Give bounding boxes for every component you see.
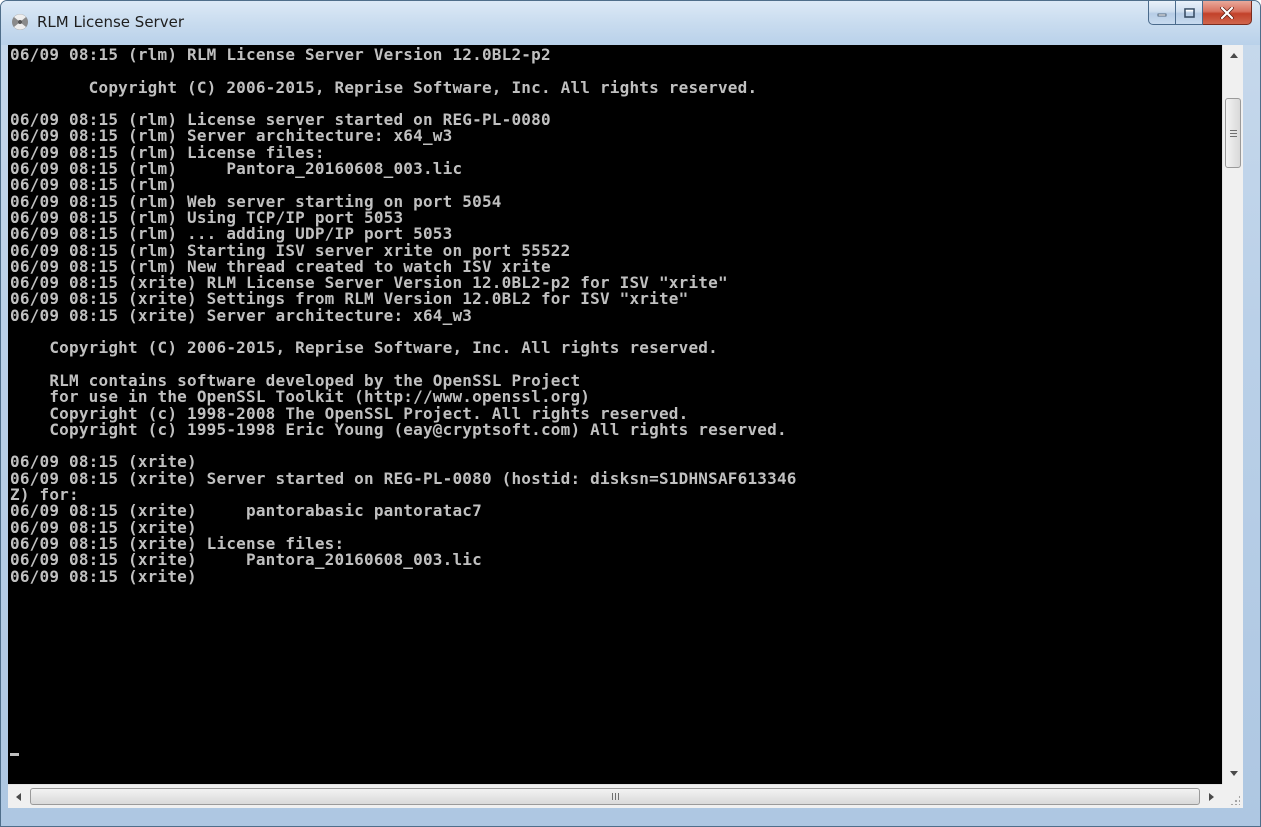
maximize-icon <box>1183 7 1195 18</box>
scroll-right-button[interactable] <box>1201 786 1222 807</box>
scroll-up-arrow-icon <box>1229 53 1238 58</box>
resize-grip-icon[interactable] <box>1230 795 1240 805</box>
close-button[interactable] <box>1203 1 1252 25</box>
text-cursor <box>10 753 19 756</box>
scroll-right-arrow-icon <box>1209 792 1214 801</box>
console-line: Copyright (c) 1995-1998 Eric Young (eay@… <box>10 419 787 439</box>
vertical-scroll-thumb[interactable] <box>1225 98 1241 168</box>
window-title: RLM License Server <box>37 13 184 31</box>
scroll-down-arrow-icon <box>1229 771 1238 776</box>
window-controls <box>1148 1 1252 27</box>
console-line: 06/09 08:15 (xrite) Server started on RE… <box>10 468 797 488</box>
vertical-scrollbar[interactable] <box>1222 45 1243 784</box>
horizontal-scroll-thumb[interactable] <box>30 788 1200 805</box>
scroll-up-button[interactable] <box>1223 45 1244 66</box>
title-bar[interactable]: RLM License Server <box>1 1 1260 45</box>
console-line: 06/09 08:15 (rlm) RLM License Server Ver… <box>10 45 551 64</box>
console-window: RLM License Server 06/09 08:15 (rlm) RLM… <box>0 0 1261 827</box>
scrollbar-corner <box>1222 784 1243 808</box>
console-line: 06/09 08:15 (xrite) <box>10 566 197 586</box>
rlm-app-icon <box>12 14 28 30</box>
minimize-icon <box>1157 13 1167 16</box>
scroll-left-button[interactable] <box>8 786 29 807</box>
console-line: Copyright (C) 2006-2015, Reprise Softwar… <box>10 77 758 97</box>
console-output[interactable]: 06/09 08:15 (rlm) RLM License Server Ver… <box>8 45 1222 784</box>
minimize-button[interactable] <box>1148 1 1176 25</box>
scroll-down-button[interactable] <box>1223 763 1244 784</box>
console-lines: 06/09 08:15 (rlm) RLM License Server Ver… <box>10 45 797 586</box>
scroll-left-arrow-icon <box>16 792 21 801</box>
console-line: Copyright (C) 2006-2015, Reprise Softwar… <box>10 338 718 358</box>
horizontal-scrollbar[interactable] <box>8 784 1222 808</box>
thumb-grip-icon <box>611 793 619 800</box>
maximize-button[interactable] <box>1176 1 1203 25</box>
thumb-grip-icon <box>1229 129 1237 137</box>
close-icon <box>1220 6 1234 19</box>
console-line: 06/09 08:15 (xrite) Server architecture:… <box>10 305 473 325</box>
